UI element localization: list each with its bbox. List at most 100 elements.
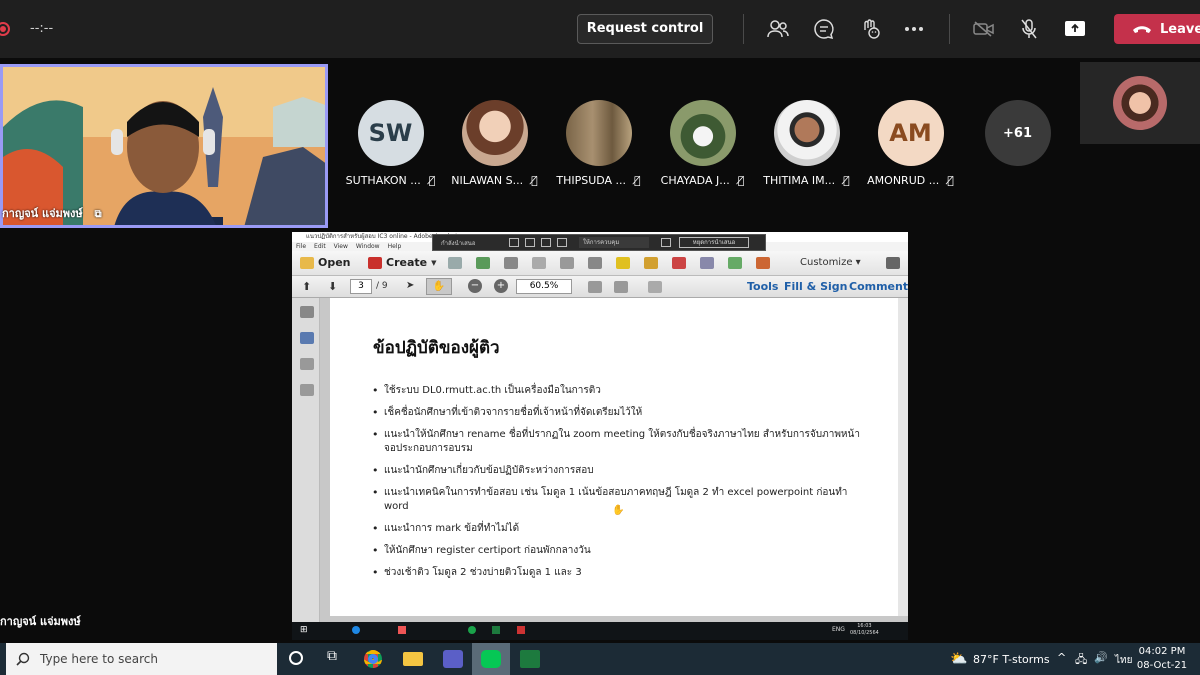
presenter-name: กาญจน์ แจ่มพงษ์ bbox=[2, 207, 83, 220]
cloud-upload-icon[interactable] bbox=[476, 257, 490, 269]
expand-icon[interactable] bbox=[886, 257, 900, 269]
weather-icon: ⛅ bbox=[950, 651, 968, 667]
edge-icon bbox=[352, 626, 360, 634]
fit-page-icon[interactable] bbox=[588, 281, 602, 293]
email-icon[interactable] bbox=[560, 257, 574, 269]
read-mode-icon[interactable] bbox=[648, 281, 662, 293]
taskbar-search-input[interactable]: Type here to search bbox=[6, 643, 277, 675]
participant-tile[interactable]: NILAWAN S... 🎙̸ bbox=[447, 100, 542, 187]
menu-edit[interactable]: Edit bbox=[314, 242, 326, 251]
tools-tab[interactable]: Tools bbox=[747, 280, 778, 293]
people-icon[interactable] bbox=[766, 17, 790, 41]
print-icon[interactable] bbox=[504, 257, 518, 269]
zoom-level-select[interactable]: 60.5% bbox=[516, 279, 572, 294]
previous-page-icon[interactable]: ⬆ bbox=[302, 280, 311, 293]
comment-tab[interactable]: Comment bbox=[849, 280, 908, 293]
bookmarks-icon[interactable] bbox=[300, 332, 314, 344]
taskbar-clock[interactable]: 04:02 PM 08-Oct-21 bbox=[1130, 645, 1194, 673]
participant-tile[interactable]: THITIMA IM... 🎙̸ bbox=[759, 100, 854, 187]
pin-bar-icon[interactable] bbox=[661, 238, 671, 247]
menu-window[interactable]: Window bbox=[356, 242, 380, 251]
zoom-in-icon[interactable]: + bbox=[494, 279, 508, 293]
participant-tile[interactable]: THIPSUDA ... 🎙̸ bbox=[551, 100, 646, 187]
leave-button[interactable]: Leave bbox=[1114, 14, 1200, 44]
more-options-icon[interactable] bbox=[902, 17, 926, 41]
fill-sign-tab[interactable]: Fill & Sign bbox=[784, 280, 847, 293]
page-number-input[interactable]: 3 bbox=[350, 279, 372, 294]
menu-help[interactable]: Help bbox=[388, 242, 402, 251]
comment-icon[interactable] bbox=[616, 257, 630, 269]
task-view-icon[interactable]: ⧉ bbox=[327, 648, 337, 664]
hand-tool-icon[interactable]: ✋ bbox=[426, 278, 452, 295]
weather-text[interactable]: 87°F T-storms bbox=[973, 653, 1050, 666]
mic-off-icon[interactable] bbox=[1017, 17, 1041, 41]
list-item: แนะนำนักศึกษาเกี่ยวกับข้อปฏิบัติระหว่างก… bbox=[372, 464, 862, 478]
excel-taskbar-icon[interactable] bbox=[520, 650, 540, 668]
signatures-icon[interactable] bbox=[300, 384, 314, 396]
open-button[interactable]: Open bbox=[300, 256, 351, 269]
screen-option-icon[interactable] bbox=[557, 238, 567, 247]
presenter-name-label: กาญจน์ แจ่มพงษ์ ⧉ bbox=[2, 204, 102, 222]
screen-option-icon[interactable] bbox=[525, 238, 535, 247]
participant-name: NILAWAN S... bbox=[451, 174, 524, 187]
participant-tile[interactable]: SW SUTHAKON ... 🎙̸ bbox=[343, 100, 438, 187]
select-cursor-icon[interactable]: ➤ bbox=[406, 280, 414, 291]
sign-icon[interactable] bbox=[756, 257, 770, 269]
save-icon[interactable] bbox=[448, 257, 462, 269]
self-video-tile[interactable] bbox=[1080, 62, 1200, 144]
avatar bbox=[773, 100, 840, 166]
menu-file[interactable]: File bbox=[296, 242, 306, 251]
participant-name: SUTHAKON ... bbox=[345, 174, 421, 187]
extract-icon[interactable] bbox=[700, 257, 714, 269]
menu-view[interactable]: View bbox=[334, 242, 348, 251]
muted-mic-icon: 🎙̸ bbox=[531, 174, 538, 187]
tray-chevron-icon[interactable]: ^ bbox=[1057, 651, 1066, 664]
vertical-scrollbar[interactable] bbox=[898, 298, 908, 616]
hand-cursor-icon: ✋ bbox=[612, 505, 625, 516]
participant-tile[interactable]: CHAYADA J... 🎙̸ bbox=[655, 100, 750, 187]
chat-icon[interactable] bbox=[812, 17, 836, 41]
app-icon bbox=[398, 626, 406, 634]
camera-off-icon[interactable] bbox=[972, 17, 996, 41]
list-item: แนะนำการ mark ข้อที่ทำไม่ได้ bbox=[372, 522, 862, 536]
chrome-icon[interactable] bbox=[364, 650, 382, 668]
zoom-out-icon[interactable]: − bbox=[468, 279, 482, 293]
next-page-icon[interactable]: ⬇ bbox=[328, 280, 337, 293]
file-explorer-icon[interactable] bbox=[403, 652, 423, 666]
list-item: ช่วงเช้าติว โมดูล 2 ช่วงบ่ายติวโมดูล 1 แ… bbox=[372, 566, 862, 580]
line-icon[interactable] bbox=[481, 650, 501, 668]
participant-tile[interactable]: AM AMONRUD ... 🎙̸ bbox=[863, 100, 958, 187]
sharing-label: กำลังนำเสนอ bbox=[441, 240, 476, 247]
excel-icon bbox=[492, 626, 500, 634]
request-control-button[interactable]: Request control bbox=[577, 14, 713, 44]
cortana-icon[interactable] bbox=[289, 651, 303, 665]
more-participants-tile[interactable]: +61 bbox=[970, 100, 1065, 166]
folder-icon bbox=[300, 256, 314, 269]
screen-option-icon[interactable] bbox=[509, 238, 519, 247]
local-participant-name: กาญจน์ แจ่มพงษ์ bbox=[0, 615, 81, 628]
scroll-mode-icon[interactable] bbox=[614, 281, 628, 293]
create-button[interactable]: Create ▼ bbox=[368, 256, 437, 269]
insert-icon[interactable] bbox=[728, 257, 742, 269]
delete-icon[interactable] bbox=[672, 257, 686, 269]
shared-screen-acrobat-window[interactable]: แนวปฏิบัติการสำหรับผู้สอบ IC3 online - A… bbox=[292, 232, 908, 624]
muted-mic-icon: 🎙̸ bbox=[843, 174, 850, 187]
settings-icon[interactable] bbox=[588, 257, 602, 269]
volume-icon[interactable]: 🔊 bbox=[1094, 651, 1108, 664]
reactions-icon[interactable] bbox=[858, 17, 882, 41]
share-screen-icon[interactable] bbox=[1063, 17, 1087, 41]
teams-icon[interactable] bbox=[443, 650, 463, 668]
give-control-select[interactable]: ให้การควบคุม bbox=[579, 237, 649, 248]
customize-button[interactable]: Customize ▾ bbox=[800, 257, 861, 268]
network-icon[interactable]: 🖧 bbox=[1075, 651, 1087, 670]
page-thumbnails-icon[interactable] bbox=[300, 306, 314, 318]
muted-mic-icon: 🎙̸ bbox=[947, 174, 954, 187]
attachments-icon[interactable] bbox=[300, 358, 314, 370]
screen-option-icon[interactable] bbox=[541, 238, 551, 247]
highlight-icon[interactable] bbox=[644, 257, 658, 269]
stop-presenting-button[interactable]: หยุดการนำเสนอ bbox=[679, 237, 749, 248]
clock-time: 04:02 PM bbox=[1138, 646, 1186, 657]
edit-icon[interactable] bbox=[532, 257, 546, 269]
pdf-page[interactable]: ข้อปฏิบัติของผู้ติว ใช้ระบบ DL0.rmutt.ac… bbox=[330, 298, 898, 616]
sharing-control-bar: กำลังนำเสนอ ให้การควบคุม หยุดการนำเสนอ bbox=[432, 234, 766, 251]
